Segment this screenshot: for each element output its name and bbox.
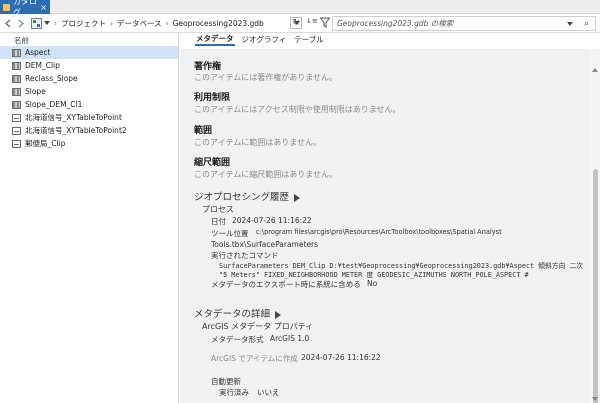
process-title: プロセス xyxy=(202,205,234,214)
export-include-label: メタデータのエクスポート時に系統に含める xyxy=(211,280,361,289)
table-icon xyxy=(12,126,21,135)
executed-value: いいえ xyxy=(257,388,280,397)
list-item[interactable]: Slope xyxy=(0,85,178,98)
section-title-extent: 範囲 xyxy=(194,126,213,136)
list-item-label: DEM_Clip xyxy=(25,61,60,70)
forward-icon[interactable] xyxy=(14,17,26,29)
command-line: "5 Meters" FIXED_NEIGHBORHOOD METER 度 GE… xyxy=(219,271,529,279)
table-icon xyxy=(12,113,21,122)
created-date: 2024-07-26 xyxy=(301,353,345,362)
tool-location-label: ツール位置 xyxy=(211,229,249,238)
section-title-copyright: 著作権 xyxy=(194,62,222,72)
catalog-toolbar: › プロジェクト › データベース › Geoprocessing2023.gd… xyxy=(0,14,600,33)
list-item-label: Reclass_Slope xyxy=(25,74,78,83)
list-item-label: 北海道信号_XYTableToPoint2 xyxy=(25,126,127,135)
search-icon[interactable]: ⌕ xyxy=(584,19,589,29)
filter-icon[interactable] xyxy=(319,17,331,28)
geoprocessing-history-toggle[interactable]: ジオプロセシング履歴 xyxy=(194,189,301,203)
folder-icon xyxy=(3,3,10,11)
expand-arrow-icon xyxy=(275,310,282,319)
back-icon[interactable] xyxy=(2,17,14,29)
list-item[interactable]: 北海道信号_XYTableToPoint2 xyxy=(0,124,178,137)
tool-location-value-cont: Tools.tbx\SurfaceParameters xyxy=(211,240,319,249)
tab-geography[interactable]: ジオグラフィ xyxy=(241,33,288,46)
list-item[interactable]: Aspect xyxy=(0,46,178,59)
raster-icon xyxy=(12,74,21,83)
metadata-format-value: ArcGIS 1.0 xyxy=(270,334,310,343)
breadcrumb-database[interactable]: データベース xyxy=(117,18,162,29)
metadata-content: 著作権 このアイテムには著作権がありません。 利用制限 このアイテムにはアクセス… xyxy=(180,49,590,403)
metadata-details-toggle[interactable]: メタデータの詳細 xyxy=(194,306,282,320)
list-item-label: Slope xyxy=(25,87,46,96)
copyright-text: このアイテムには著作権がありません。 xyxy=(194,73,337,82)
tab-strip: カタログ × xyxy=(0,0,600,17)
catalog-contents-pane: 名前 Aspect DEM_Clip Reclass_Slope Slope S… xyxy=(0,33,179,403)
breadcrumb-separator: › xyxy=(110,18,113,28)
list-item[interactable]: Slope_DEM_Cl1 xyxy=(0,98,178,111)
breadcrumb-separator: › xyxy=(54,18,57,28)
list-item[interactable]: Reclass_Slope xyxy=(0,72,178,85)
table-icon xyxy=(12,139,21,148)
scale-range-text: このアイテムに縮尺範囲はありません。 xyxy=(194,170,337,179)
tab-table[interactable]: テーブル xyxy=(293,33,325,46)
list-item-label: Aspect xyxy=(25,48,51,57)
auto-update-title: 自動更新 xyxy=(211,377,241,386)
geodatabase-icon xyxy=(30,17,42,29)
list-item[interactable]: 北海道信号_XYTableToPoint xyxy=(0,111,178,124)
geoprocessing-history-title: ジオプロセシング履歴 xyxy=(194,192,290,203)
extent-text: このアイテムに範囲はありません。 xyxy=(194,138,321,147)
list-item-label: 郵便局_Clip xyxy=(25,139,66,148)
section-title-scale-range: 縮尺範囲 xyxy=(194,158,231,168)
search-placeholder: Geoprocessing2023.gdb の検索 xyxy=(337,19,454,28)
raster-icon xyxy=(12,100,21,109)
raster-icon xyxy=(12,87,21,96)
close-icon[interactable]: × xyxy=(40,3,47,12)
metadata-pane: メタデータ ジオグラフィ テーブル 著作権 このアイテムには著作権がありません。… xyxy=(180,33,600,403)
use-limits-text: このアイテムにはアクセス制限や使用制限はありません。 xyxy=(194,105,401,114)
search-input[interactable]: Geoprocessing2023.gdb の検索 ⌕ xyxy=(332,16,596,31)
breadcrumb: › プロジェクト › データベース › Geoprocessing2023.gd… xyxy=(54,18,300,29)
view-tabs: メタデータ ジオグラフィ テーブル xyxy=(195,33,325,46)
created-time: 11:16:22 xyxy=(347,353,381,362)
refresh-button[interactable]: ↻ xyxy=(290,17,302,29)
chevron-down-icon[interactable] xyxy=(44,21,50,25)
breadcrumb-project[interactable]: プロジェクト xyxy=(61,18,106,29)
list-item-label: Slope_DEM_Cl1 xyxy=(25,100,83,109)
date-label: 日付 xyxy=(211,217,226,226)
raster-icon xyxy=(12,48,21,57)
time-value: 11:16:22 xyxy=(278,216,312,225)
metadata-details-title: メタデータの詳細 xyxy=(194,309,271,320)
vertical-scrollbar[interactable] xyxy=(590,49,600,403)
list-item[interactable]: 郵便局_Clip xyxy=(0,137,178,150)
raster-icon xyxy=(12,61,21,70)
executed-label: 実行済み xyxy=(219,388,249,397)
chevron-down-icon[interactable] xyxy=(567,22,573,26)
section-title-use-limits: 利用制限 xyxy=(194,93,231,103)
arcgis-properties-title: ArcGIS メタデータ プロパティ xyxy=(202,322,314,331)
scroll-down-icon[interactable] xyxy=(592,397,598,401)
sort-button[interactable]: ↓≡ xyxy=(306,17,318,25)
expand-arrow-icon xyxy=(294,193,301,202)
column-header-name[interactable]: 名前 xyxy=(0,34,178,46)
breadcrumb-separator: › xyxy=(165,18,169,28)
breadcrumb-gdb[interactable]: Geoprocessing2023.gdb xyxy=(173,19,264,28)
tab-metadata[interactable]: メタデータ xyxy=(195,33,235,46)
tool-location-value: c:\program files\arcgis\pro\Resources\Ar… xyxy=(256,228,502,236)
list-item[interactable]: DEM_Clip xyxy=(0,59,178,72)
scrollbar-thumb[interactable] xyxy=(593,169,598,403)
metadata-format-label: メタデータ形式 xyxy=(211,335,264,344)
list-item-label: 北海道信号_XYTableToPoint xyxy=(25,113,122,122)
tab-catalog[interactable]: カタログ × xyxy=(0,0,50,17)
scroll-up-icon[interactable] xyxy=(592,68,598,72)
export-include-value: No xyxy=(367,279,378,288)
created-label: ArcGIS でアイテムに作成 xyxy=(211,354,298,363)
date-value: 2024-07-26 xyxy=(232,216,276,225)
